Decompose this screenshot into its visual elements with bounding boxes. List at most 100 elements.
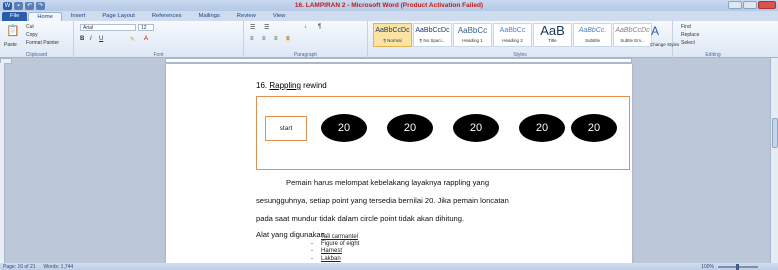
vertical-ruler[interactable] bbox=[0, 63, 5, 263]
align-left-icon[interactable]: ≡ bbox=[250, 36, 254, 42]
numbering-icon[interactable]: ☰ bbox=[264, 24, 269, 31]
minimize-button[interactable] bbox=[728, 1, 742, 9]
tab-insert[interactable]: Insert bbox=[63, 12, 94, 21]
align-right-icon[interactable]: ≡ bbox=[274, 36, 278, 42]
replace-button[interactable]: Replace bbox=[681, 32, 699, 38]
point-circle[interactable]: 20 bbox=[519, 114, 565, 142]
tab-review[interactable]: Review bbox=[229, 12, 264, 21]
pilcrow-icon[interactable]: ¶ bbox=[318, 24, 321, 30]
style-preview: AaBbCcDc bbox=[615, 27, 650, 34]
maximize-button[interactable] bbox=[743, 1, 757, 9]
format-painter-button[interactable]: Format Painter bbox=[26, 40, 59, 46]
vertical-scrollbar[interactable] bbox=[770, 58, 778, 263]
list-item-text: Tali carmantel bbox=[321, 234, 359, 240]
document-page[interactable]: 16. Rappling rewind start 20 20 20 20 20… bbox=[166, 64, 632, 263]
style-subtle-emphasis[interactable]: AaBbCcDc Subtle Em... bbox=[613, 23, 652, 47]
diagram-frame[interactable]: start 20 20 20 20 20 bbox=[256, 96, 630, 170]
undo-icon[interactable]: ↶ bbox=[25, 1, 34, 10]
sort-icon[interactable]: ↓ bbox=[304, 24, 307, 30]
font-size-select[interactable]: 12 bbox=[138, 24, 154, 31]
start-box[interactable]: start bbox=[265, 116, 307, 141]
styles-group: AaBbCcDc ¶ Normal AaBbCcDc ¶ No Spaci... A… bbox=[368, 21, 679, 58]
title-bar: W ▪ ↶ ↷ 16. LAMPIRAN 2 - Microsoft Word … bbox=[0, 0, 778, 11]
zoom-level[interactable]: 100% bbox=[701, 264, 714, 270]
highlight-icon[interactable]: ✎ bbox=[130, 36, 135, 43]
list-item-text: Harnest bbox=[321, 248, 343, 255]
style-preview: AaBbCc. bbox=[578, 27, 607, 34]
underline-icon[interactable]: U bbox=[99, 36, 103, 42]
style-name: Heading 1 bbox=[462, 38, 483, 43]
zoom-slider[interactable] bbox=[718, 263, 758, 270]
copy-button[interactable]: Copy bbox=[26, 32, 38, 38]
font-color-icon[interactable]: A bbox=[144, 36, 148, 42]
tab-home[interactable]: Home bbox=[28, 12, 62, 21]
select-button[interactable]: Select bbox=[681, 40, 695, 46]
tab-view[interactable]: View bbox=[265, 12, 293, 21]
list-item: - Harnest bbox=[311, 248, 343, 255]
italic-icon[interactable]: I bbox=[90, 36, 92, 42]
ribbon: 📋 Paste Cut Copy Format Painter Clipboar… bbox=[0, 21, 778, 58]
bullets-icon[interactable]: ☰ bbox=[250, 24, 255, 31]
scroll-thumb[interactable] bbox=[772, 118, 778, 148]
paste-icon[interactable]: 📋 bbox=[6, 24, 20, 37]
list-item-text: Lakban bbox=[321, 255, 341, 262]
list-item: - Figure of eight bbox=[311, 241, 360, 248]
styles-gallery: AaBbCcDc ¶ Normal AaBbCcDc ¶ No Spaci... A… bbox=[373, 23, 652, 47]
window-title: 16. LAMPIRAN 2 - Microsoft Word (Product… bbox=[294, 2, 484, 9]
save-icon[interactable]: ▪ bbox=[14, 1, 23, 10]
point-circle[interactable]: 20 bbox=[387, 114, 433, 142]
justify-icon[interactable]: ≡ bbox=[286, 36, 290, 42]
cut-button[interactable]: Cut bbox=[26, 24, 34, 30]
point-circle[interactable]: 20 bbox=[453, 114, 499, 142]
paragraph-line: sesungguhnya, setiap point yang tersedia… bbox=[256, 196, 509, 205]
status-right: 100% bbox=[701, 263, 778, 270]
zoom-slider-handle[interactable] bbox=[736, 263, 739, 270]
style-no-spacing[interactable]: AaBbCcDc ¶ No Spaci... bbox=[413, 23, 452, 47]
paragraph-group: ☰ ☰ ↓ ¶ ≡ ≡ ≡ ≡ Paragraph bbox=[244, 21, 368, 58]
list-dash: - bbox=[311, 234, 313, 240]
style-heading-1[interactable]: AaBbCc Heading 1 bbox=[453, 23, 492, 47]
style-preview: AaB bbox=[540, 23, 565, 38]
tab-references[interactable]: References bbox=[144, 12, 190, 21]
style-preview: AaBbCcDc bbox=[415, 27, 450, 34]
redo-icon[interactable]: ↷ bbox=[36, 1, 45, 10]
style-name: Subtle Em... bbox=[620, 38, 645, 43]
font-name-select[interactable]: Arial bbox=[80, 24, 136, 31]
font-group: Arial 12 B I U A ✎ Font bbox=[74, 21, 244, 58]
style-heading-2[interactable]: AaBbCc Heading 2 bbox=[493, 23, 532, 47]
style-subtitle[interactable]: AaBbCc. Subtitle bbox=[573, 23, 612, 47]
tab-mailings[interactable]: Mailings bbox=[191, 12, 228, 21]
style-name: ¶ No Spaci... bbox=[419, 38, 446, 43]
heading-rest: rewind bbox=[303, 81, 327, 90]
word-icon[interactable]: W bbox=[3, 1, 12, 10]
ribbon-tabs: File Home Insert Page Layout References … bbox=[0, 11, 778, 21]
clipboard-group: 📋 Paste Cut Copy Format Painter Clipboar… bbox=[0, 21, 74, 58]
paste-button[interactable]: Paste bbox=[4, 42, 17, 48]
horizontal-ruler[interactable] bbox=[165, 58, 632, 63]
style-name: Heading 2 bbox=[502, 38, 523, 43]
align-center-icon[interactable]: ≡ bbox=[262, 36, 266, 42]
tab-file[interactable]: File bbox=[2, 12, 28, 21]
style-preview: AaBbCc bbox=[499, 27, 526, 34]
list-dash: - bbox=[311, 255, 313, 262]
style-normal[interactable]: AaBbCcDc ¶ Normal bbox=[373, 23, 412, 47]
style-name: Title bbox=[548, 38, 557, 43]
change-styles-icon[interactable]: A bbox=[651, 24, 659, 38]
style-preview: AaBbCc bbox=[457, 26, 488, 35]
list-item: - Tali carmantel bbox=[311, 234, 359, 240]
bold-icon[interactable]: B bbox=[80, 36, 84, 42]
window-controls bbox=[728, 1, 776, 9]
word-count[interactable]: Words: 1,744 bbox=[44, 264, 74, 270]
page-count[interactable]: Page: 16 of 21 bbox=[3, 264, 36, 270]
close-button[interactable] bbox=[758, 1, 776, 9]
style-name: Subtitle bbox=[584, 38, 600, 43]
style-title[interactable]: AaB Title bbox=[533, 23, 572, 47]
tab-page-layout[interactable]: Page Layout bbox=[94, 12, 143, 21]
find-button[interactable]: Find bbox=[681, 24, 691, 30]
point-circle[interactable]: 20 bbox=[321, 114, 367, 142]
list-item-text: Figure of eight bbox=[321, 241, 360, 248]
quick-access-toolbar: W ▪ ↶ ↷ bbox=[0, 1, 45, 10]
point-circle[interactable]: 20 bbox=[571, 114, 617, 142]
heading-word: Rappling bbox=[269, 81, 301, 90]
list-item: - Lakban bbox=[311, 255, 341, 262]
